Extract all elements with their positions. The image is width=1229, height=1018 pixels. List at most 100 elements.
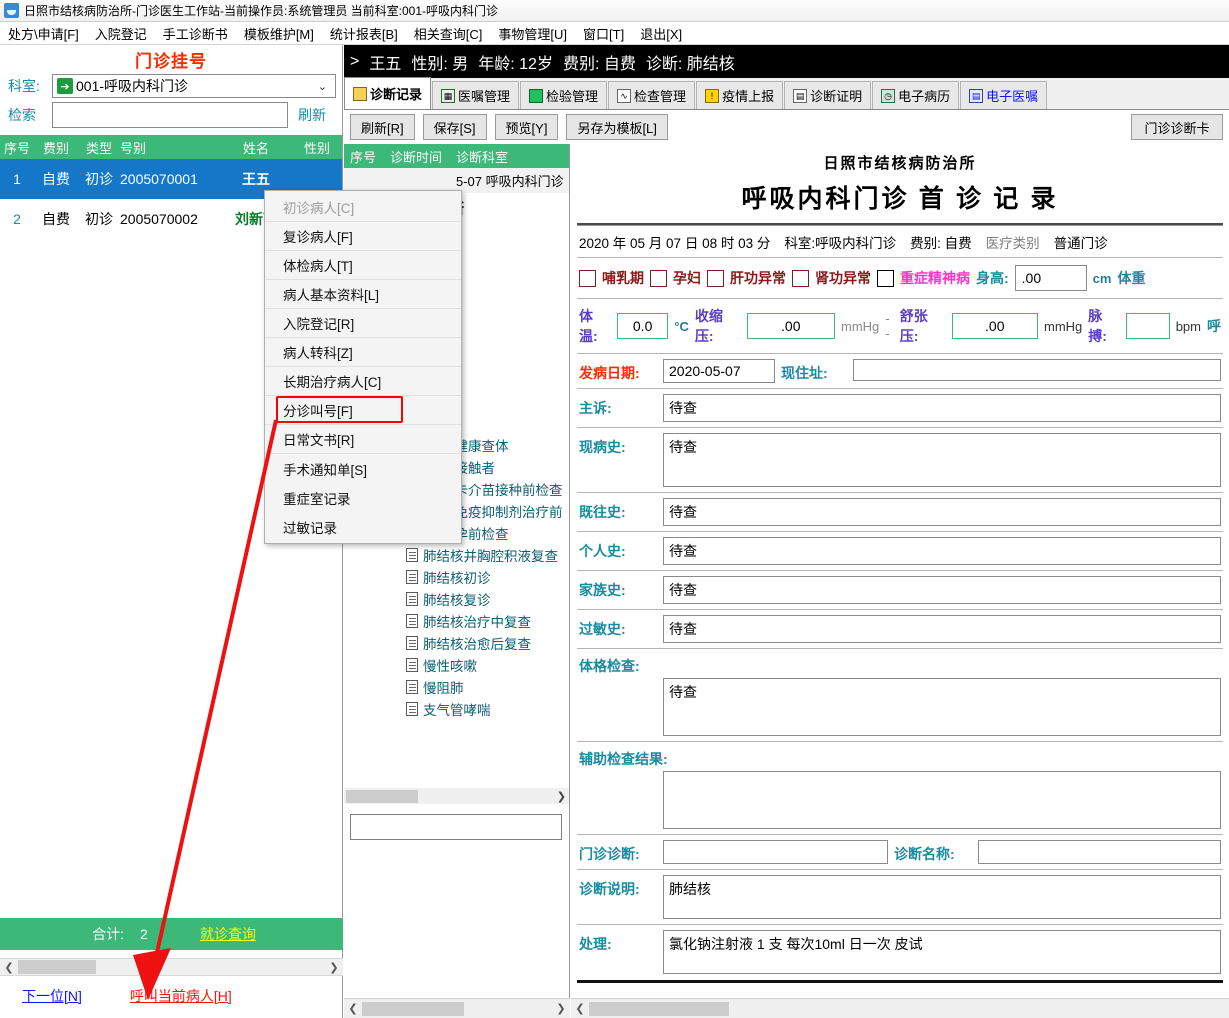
context-menu-item-follow-up-visit[interactable]: 复诊病人[F] [265,222,461,251]
warning-icon: ! [705,88,720,103]
document-icon [406,636,418,650]
checkbox-lactation[interactable] [579,269,596,287]
column-header-type: 类型 [85,140,112,156]
tab-electronic-orders[interactable]: ▤ 电子医嘱 [960,81,1048,109]
present-illness-input[interactable]: 待查 [663,433,1221,487]
physical-exam-input[interactable]: 待查 [663,678,1221,736]
refresh-link[interactable]: 刷新 [298,105,336,125]
call-current-patient-link[interactable]: 呼叫当前病人[H] [130,986,232,1006]
refresh-button[interactable]: 刷新[R] [350,114,415,140]
context-menu-item-physical-exam-patient[interactable]: 体检病人[T] [265,251,461,280]
menu-item-window[interactable]: 窗口[T] [575,22,632,45]
template-horizontal-scrollbar[interactable]: ❮ ❯ [344,998,570,1018]
tab-epidemic-report[interactable]: ! 疫情上报 [696,81,784,109]
next-patient-link[interactable]: 下一位[N] [22,986,82,1006]
scroll-right-icon[interactable]: ❯ [557,790,566,803]
vitals-row: 体温: 0.0 °C 收缩压: .00 mmHg -- 舒张压: .00 mmH… [571,302,1229,350]
height-input[interactable]: .00 [1014,265,1087,291]
call-links: 下一位[N] 呼叫当前病人[H] [0,982,343,1010]
search-input[interactable] [52,102,288,128]
tree-item-tb-first-visit[interactable]: 肺结核初诊 [344,566,570,588]
preview-button[interactable]: 预览[Y] [494,114,559,140]
tree-item-asthma[interactable]: 支气管哮喘 [344,698,570,720]
save-as-template-button[interactable]: 另存为模板[L] [566,114,668,140]
column-header-seq: 序号 [3,140,30,156]
onset-date-input[interactable]: 2020-05-07 [663,359,775,383]
scroll-left-icon[interactable]: ❮ [0,961,18,974]
scroll-left-icon[interactable]: ❮ [571,1002,589,1015]
temperature-label: 体温: [579,308,598,344]
diagnosis-name-input[interactable] [978,840,1221,864]
family-history-input[interactable]: 待查 [663,576,1221,604]
context-menu-item-patient-basic-info[interactable]: 病人基本资料[L] [265,280,461,309]
visit-query-link[interactable]: 就诊查询 [200,924,256,944]
tab-lab-management[interactable]: 检验管理 [520,81,608,109]
context-menu-item-surgery-notice[interactable]: 手术通知单[S] [265,454,461,483]
tree-item-tb-during-treatment-recheck[interactable]: 肺结核治疗中复查 [344,610,570,632]
menu-item-admission[interactable]: 入院登记 [87,22,155,45]
tab-diagnosis-record[interactable]: 诊断记录 [344,77,432,109]
tree-item-tb-follow-up[interactable]: 肺结核复诊 [344,588,570,610]
aux-exam-input[interactable] [663,771,1221,829]
past-history-row: 既往史: 待查 [571,496,1229,528]
tree-item-copd[interactable]: 慢阻肺 [344,676,570,698]
context-menu-item-first-visit[interactable]: 初诊病人[C] [265,193,461,222]
scrollbar-thumb[interactable] [589,1001,729,1016]
context-menu-item-icu-record[interactable]: 重症室记录 [265,483,461,512]
diagnosis-description-input[interactable]: 肺结核 [663,875,1221,919]
allergy-history-input[interactable]: 待查 [663,615,1221,643]
scrollbar-thumb[interactable] [362,1001,464,1016]
tab-label: 诊断记录 [370,87,423,102]
context-menu-item-patient-transfer[interactable]: 病人转科[Z] [265,338,461,367]
tree-item-tb-post-cure-recheck[interactable]: 肺结核治愈后复查 [344,632,570,654]
checkbox-liver-abnormal[interactable] [707,269,724,287]
tree-item-tb-pleural-effusion-recheck[interactable]: 肺结核并胸腔积液复查 [344,544,570,566]
personal-history-input[interactable]: 待查 [663,537,1221,565]
template-search-input[interactable] [350,814,562,840]
scrollbar-thumb[interactable] [18,960,96,974]
checkbox-severe-mental-illness[interactable] [877,269,894,287]
pulse-input[interactable] [1126,313,1170,339]
systolic-input[interactable]: .00 [746,313,836,339]
context-menu-item-long-term-treatment-patient[interactable]: 长期治疗病人[C] [265,367,461,396]
address-input[interactable] [853,359,1221,381]
outpatient-diagnosis-input[interactable] [663,840,888,864]
document-horizontal-scrollbar[interactable]: ❮ [571,998,1229,1018]
scroll-right-icon[interactable]: ❯ [325,961,343,974]
temperature-input[interactable]: 0.0 [617,313,669,339]
menu-item-related-query[interactable]: 相关查询[C] [406,22,491,45]
menu-item-exit[interactable]: 退出[X] [632,22,690,45]
checkbox-kidney-abnormal[interactable] [792,269,809,287]
scrollbar-thumb[interactable] [346,789,418,803]
chief-complaint-input[interactable]: 待查 [663,394,1221,422]
context-menu-item-triage-call[interactable]: 分诊叫号[F] [265,396,461,425]
menu-item-manual-diagnosis[interactable]: 手工诊断书 [155,22,236,45]
tab-exam-management[interactable]: ∿ 检查管理 [608,81,696,109]
tab-diagnosis-certificate[interactable]: ▤ 诊断证明 [784,81,872,109]
tab-electronic-record[interactable]: ◷ 电子病历 [872,81,960,109]
context-menu-item-admission-registration[interactable]: 入院登记[R] [265,309,461,338]
chief-complaint-label: 主诉: [579,400,612,416]
outpatient-card-button[interactable]: 门诊诊断卡 [1131,114,1223,140]
treatment-input[interactable]: 氯化钠注射液 1 支 每次10ml 日一次 皮试 [663,930,1221,974]
context-menu-item-allergy-record[interactable]: 过敏记录 [265,512,461,541]
checkbox-pregnant[interactable] [650,269,667,287]
left-horizontal-scrollbar[interactable]: ❮ ❯ [0,958,343,976]
scroll-right-icon[interactable]: ❯ [552,1002,570,1015]
menu-item-statistics[interactable]: 统计报表[B] [322,22,406,45]
mid-horizontal-scrollbar[interactable]: ❯ [344,788,569,804]
menu-item-template-maintenance[interactable]: 模板维护[M] [236,22,322,45]
tab-medical-orders[interactable]: ▦ 医嘱管理 [432,81,520,109]
save-button[interactable]: 保存[S] [422,114,487,140]
chevron-down-icon[interactable]: ⌄ [318,80,327,93]
document-icon [406,614,418,628]
scroll-left-icon[interactable]: ❮ [344,1002,362,1015]
document-icon [406,702,418,716]
tree-item-chronic-cough[interactable]: 慢性咳嗽 [344,654,570,676]
context-menu-item-daily-document[interactable]: 日常文书[R] [265,425,461,454]
past-history-input[interactable]: 待查 [663,498,1221,526]
menu-item-prescription[interactable]: 处方\申请[F] [0,22,87,45]
diastolic-input[interactable]: .00 [951,313,1039,339]
department-select[interactable]: ➔ 001-呼吸内科门诊 ⌄ [52,74,336,98]
menu-item-affairs-management[interactable]: 事物管理[U] [490,22,575,45]
